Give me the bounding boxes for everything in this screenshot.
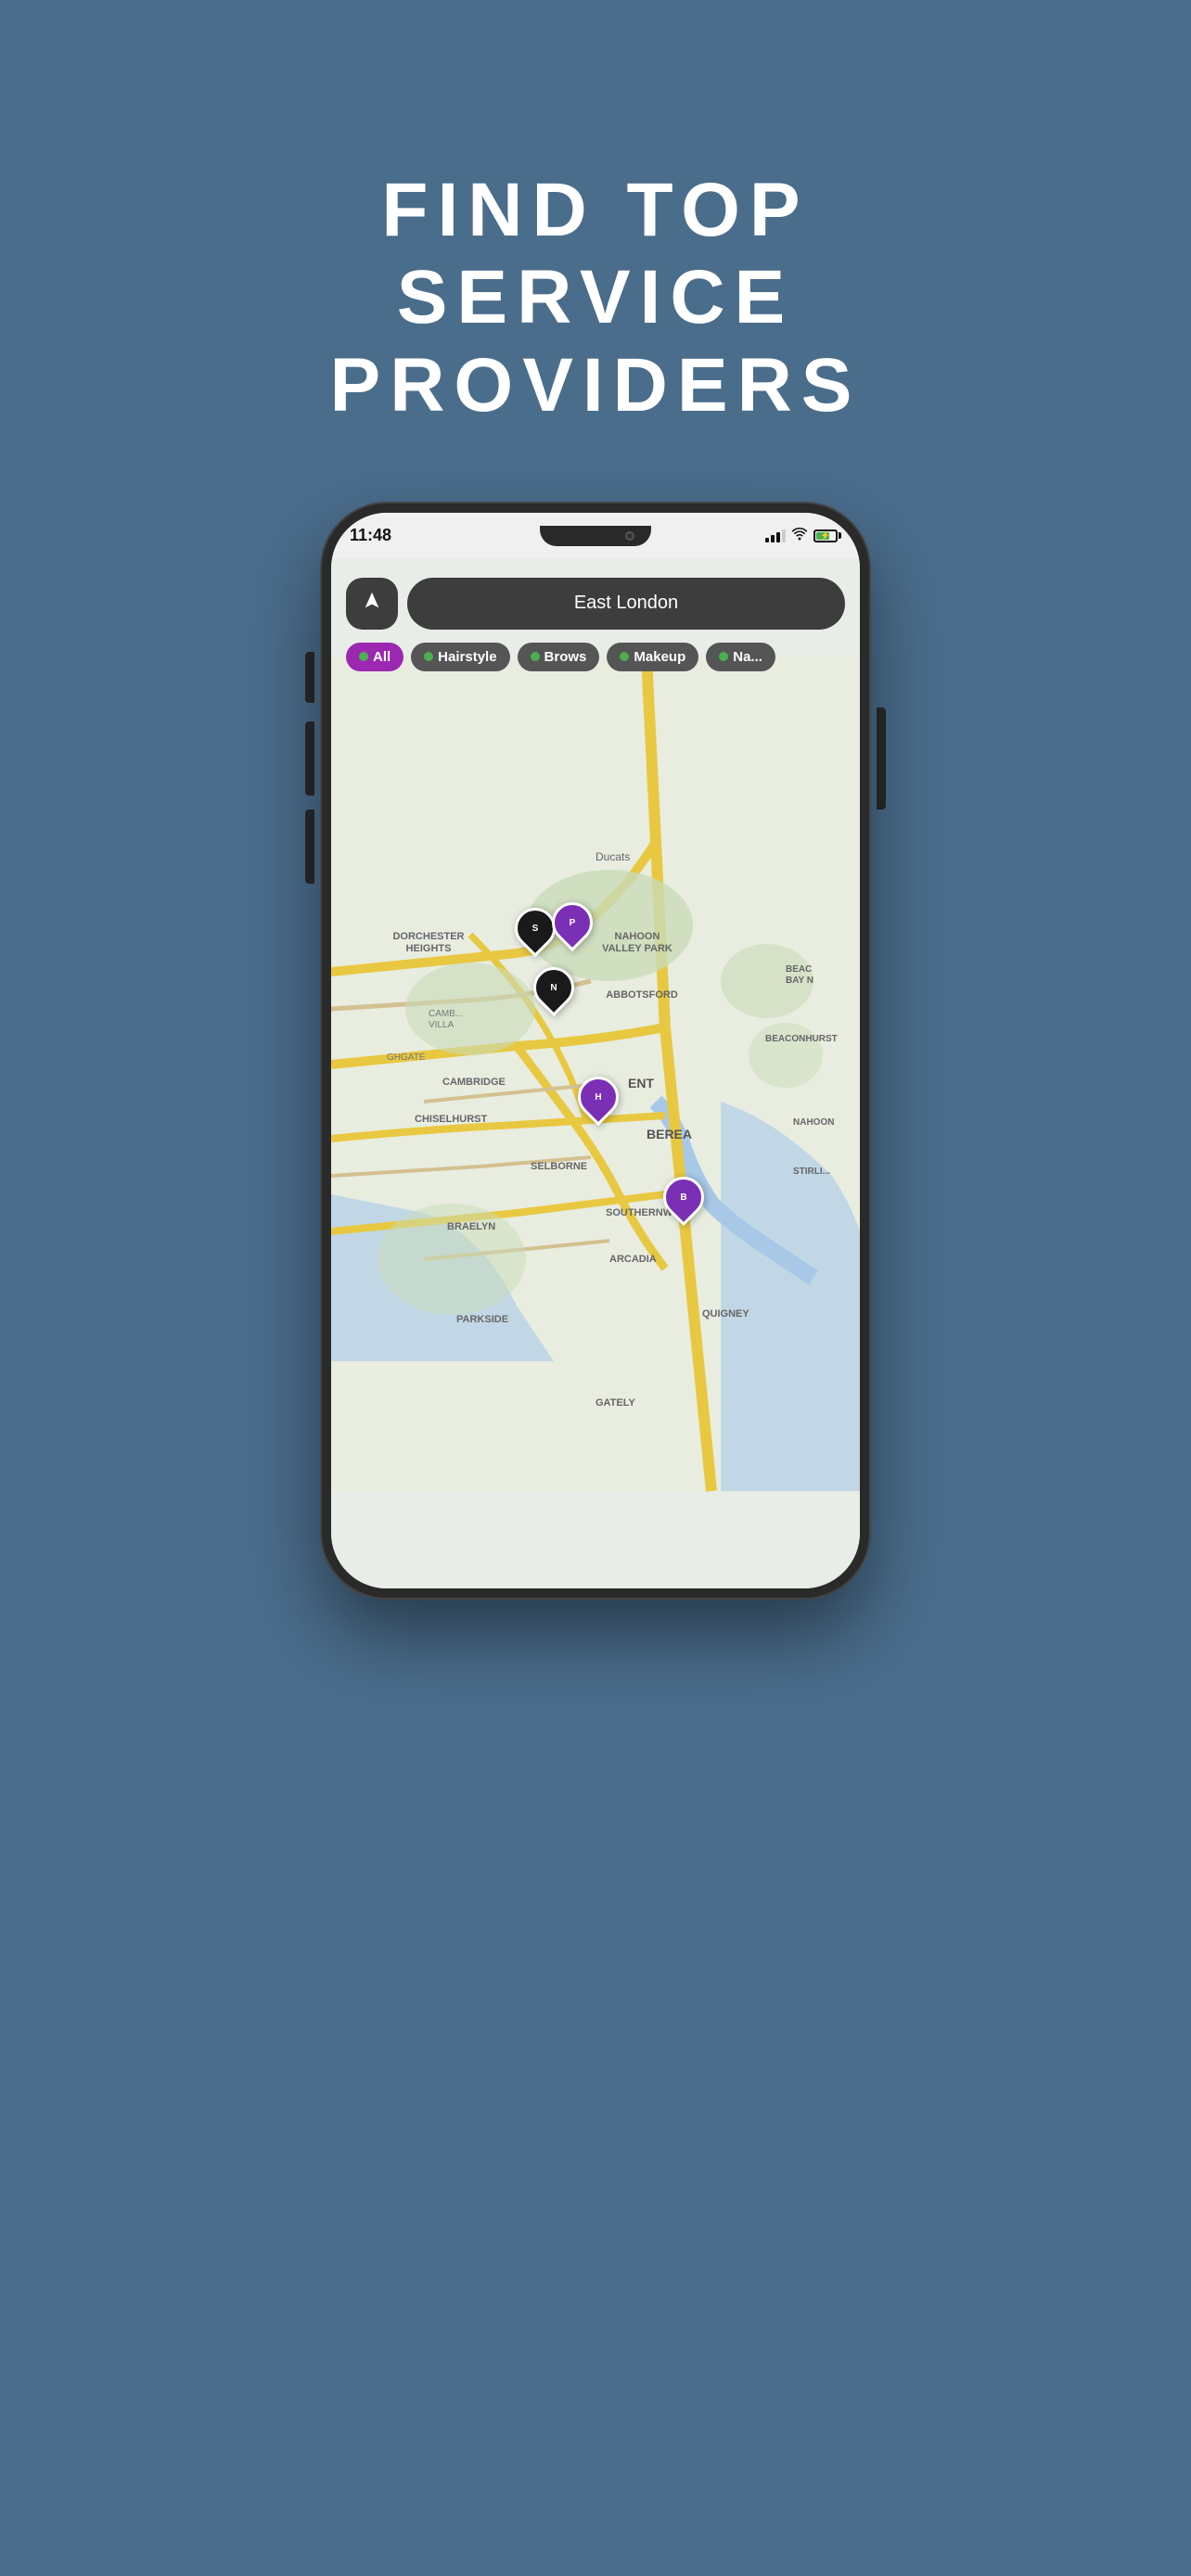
map-controls: East London (346, 578, 845, 630)
battery-icon: ⚡ (813, 529, 841, 542)
svg-text:ENT: ENT (628, 1076, 654, 1090)
filter-dot-icon (620, 652, 629, 661)
filter-dot-icon (719, 652, 728, 661)
volume-down-button (305, 810, 314, 884)
status-icons: ⚡ (765, 528, 841, 543)
svg-text:DORCHESTER: DORCHESTER (392, 931, 464, 942)
svg-text:SELBORNE: SELBORNE (531, 1161, 587, 1172)
filter-brows[interactable]: Brows (518, 643, 600, 671)
svg-text:PARKSIDE: PARKSIDE (456, 1314, 508, 1325)
volume-up-button (305, 721, 314, 796)
svg-text:VALLEY PARK: VALLEY PARK (602, 943, 672, 954)
map-svg: Ducats DORCHESTER HEIGHTS NAHOON VALLEY … (331, 559, 860, 1588)
svg-text:BAY N: BAY N (786, 976, 813, 986)
svg-text:BEACONHURST: BEACONHURST (765, 1034, 838, 1044)
svg-text:HEIGHTS: HEIGHTS (406, 943, 452, 954)
hero-line1: FIND TOP (330, 167, 862, 254)
svg-text:Ducats: Ducats (596, 850, 630, 863)
hero-headline: FIND TOP SERVICE PROVIDERS (330, 167, 862, 429)
svg-text:BEREA: BEREA (647, 1127, 692, 1141)
svg-text:CAMB...: CAMB... (429, 1009, 463, 1019)
phone-screen: Ducats DORCHESTER HEIGHTS NAHOON VALLEY … (331, 559, 860, 1588)
map-pin-3[interactable]: N (533, 967, 574, 1008)
filter-hairstyle-label: Hairstyle (438, 649, 496, 665)
wifi-icon (791, 528, 808, 543)
svg-text:CAMBRIDGE: CAMBRIDGE (442, 1077, 506, 1088)
svg-text:GATELY: GATELY (596, 1397, 635, 1409)
svg-text:GHGATE: GHGATE (387, 1052, 426, 1063)
svg-text:VILLA: VILLA (429, 1020, 455, 1030)
svg-text:QUIGNEY: QUIGNEY (702, 1308, 749, 1320)
map-pin-1[interactable]: S (515, 908, 556, 949)
hero-line2: SERVICE (330, 254, 862, 341)
filter-makeup-label: Makeup (634, 649, 685, 665)
filter-all[interactable]: All (346, 643, 403, 671)
svg-text:BEAC: BEAC (786, 964, 812, 975)
power-button (877, 708, 886, 810)
filter-dot-icon (531, 652, 540, 661)
filter-dot-icon (424, 652, 433, 661)
map-pin-5[interactable]: B (663, 1177, 704, 1218)
status-time: 11:48 (350, 526, 391, 545)
filter-nails-label: Na... (733, 649, 762, 665)
search-location-text: East London (574, 593, 678, 614)
location-arrow-icon (362, 591, 382, 617)
svg-text:NAHOON: NAHOON (615, 931, 660, 942)
svg-text:NAHOON: NAHOON (793, 1117, 834, 1128)
phone-mockup: 11:48 (322, 504, 869, 1598)
filter-nails[interactable]: Na... (706, 643, 775, 671)
filter-all-label: All (373, 649, 391, 665)
search-location-pill[interactable]: East London (407, 578, 845, 630)
status-bar: 11:48 (350, 522, 841, 550)
location-button[interactable] (346, 578, 398, 630)
phone-frame: 11:48 (322, 504, 869, 1598)
category-filters: All Hairstyle Brows Makeup Na... (346, 643, 860, 671)
filter-hairstyle[interactable]: Hairstyle (411, 643, 509, 671)
svg-text:ARCADIA: ARCADIA (609, 1254, 657, 1265)
map-pin-2[interactable]: P (552, 902, 593, 943)
svg-text:STIRLI...: STIRLI... (793, 1167, 830, 1177)
svg-text:ABBOTSFORD: ABBOTSFORD (606, 989, 678, 1001)
volume-mute-button (305, 652, 314, 703)
filter-dot-icon (359, 652, 368, 661)
svg-text:CHISELHURST: CHISELHURST (415, 1114, 488, 1125)
signal-icon (765, 529, 786, 542)
filter-brows-label: Brows (544, 649, 587, 665)
hero-line3: PROVIDERS (330, 342, 862, 429)
map-pin-4[interactable]: H (578, 1077, 619, 1117)
filter-makeup[interactable]: Makeup (607, 643, 698, 671)
map-background: Ducats DORCHESTER HEIGHTS NAHOON VALLEY … (331, 559, 860, 1588)
svg-text:BRAELYN: BRAELYN (447, 1221, 495, 1232)
